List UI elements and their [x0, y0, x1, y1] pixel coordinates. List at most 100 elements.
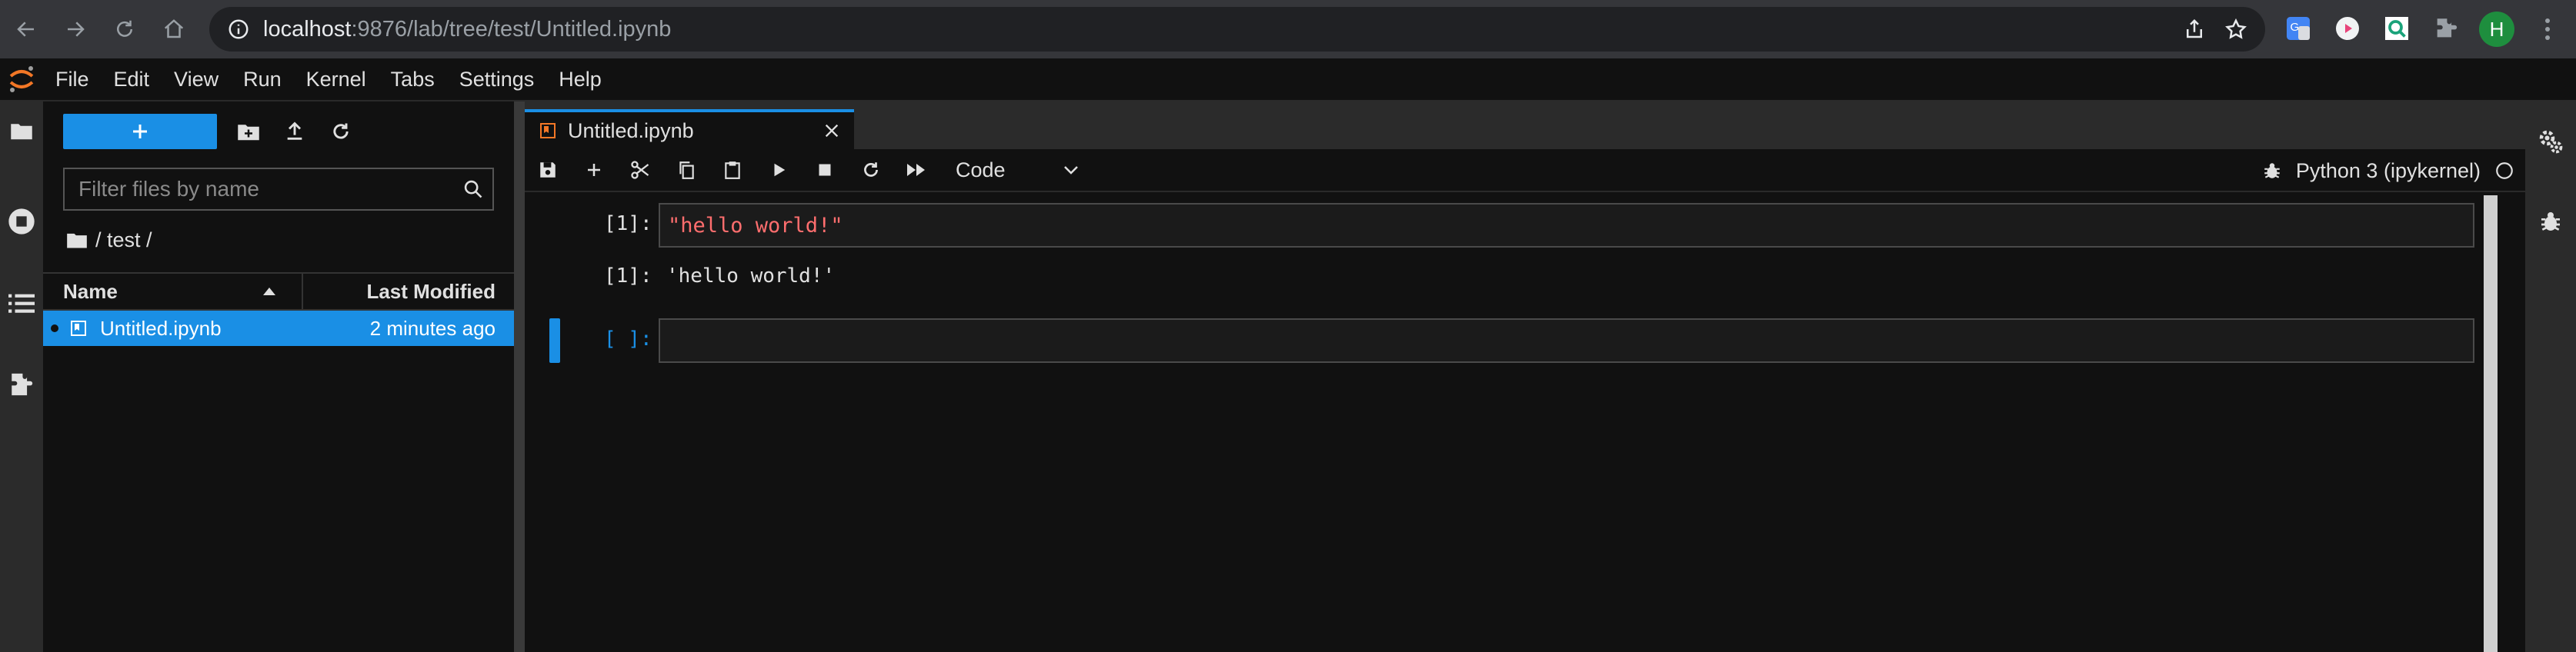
stop-icon: [819, 164, 831, 176]
screen: localhost:9876/lab/tree/test/Untitled.ip…: [0, 0, 2576, 652]
output-prompt: [1]:: [604, 264, 652, 288]
kernel-status-area: Python 3 (ipykernel): [2262, 149, 2514, 192]
sort-ascending-icon: [263, 288, 275, 295]
home-icon: [164, 19, 184, 38]
menu-help[interactable]: Help: [546, 58, 614, 101]
arrow-left-icon: [17, 22, 34, 37]
clipboard-icon: [725, 161, 740, 179]
menu-edit[interactable]: Edit: [102, 58, 162, 101]
main-area: Untitled.ipynb Code Python 3 (ipykernel)…: [525, 101, 2525, 652]
forward-button[interactable]: [52, 6, 98, 52]
reload-button[interactable]: [102, 6, 148, 52]
cell-type-select[interactable]: Code: [956, 155, 1079, 185]
menu-view[interactable]: View: [162, 58, 231, 101]
new-folder-icon: [238, 125, 259, 141]
folder-icon[interactable]: [66, 231, 88, 249]
cut-button[interactable]: [617, 148, 663, 191]
code-cell-editor[interactable]: "hello world!": [659, 203, 2474, 248]
running-tab[interactable]: [0, 197, 43, 246]
play-icon: [774, 163, 786, 177]
toc-tab[interactable]: [0, 278, 43, 328]
reload-icon: [117, 20, 132, 37]
running-indicator: [51, 324, 58, 332]
cell-output: 'hello world!': [666, 264, 836, 288]
stop-circle-icon: [8, 208, 35, 235]
notebook-scrollbar[interactable]: [2479, 192, 2502, 652]
kernel-idle-circle-icon: [2496, 162, 2513, 179]
restart-kernel-button[interactable]: [848, 148, 894, 191]
translate-extension-icon[interactable]: G: [2281, 11, 2316, 46]
notebook-icon: [537, 120, 559, 141]
menu-tabs[interactable]: Tabs: [379, 58, 447, 101]
upload-icon: [287, 121, 302, 140]
debugger-bug-icon[interactable]: [2262, 161, 2282, 181]
new-folder-button[interactable]: [231, 114, 266, 149]
insert-cell-button[interactable]: [571, 148, 617, 191]
save-button[interactable]: [525, 148, 571, 191]
new-launcher-button[interactable]: [63, 114, 217, 149]
puzzle-icon: [12, 373, 33, 396]
notebook-toolbar: Code Python 3 (ipykernel): [525, 149, 2525, 192]
file-browser-tab[interactable]: [0, 106, 43, 155]
column-name-header[interactable]: Name: [43, 274, 303, 309]
restart-run-all-button[interactable]: [894, 148, 940, 191]
home-button[interactable]: [151, 6, 197, 52]
breadcrumb-path[interactable]: / test /: [95, 228, 152, 252]
debugger-tab[interactable]: [2525, 197, 2576, 246]
code-cell-editor[interactable]: [659, 318, 2474, 363]
column-name-label: Name: [63, 279, 118, 303]
restart-icon: [864, 162, 878, 177]
plus-icon: [133, 125, 147, 138]
media-extension-icon[interactable]: [2330, 11, 2365, 46]
share-icon[interactable]: [2179, 14, 2210, 45]
extension-manager-tab[interactable]: [0, 360, 43, 409]
close-icon[interactable]: [820, 119, 843, 142]
scrollbar-thumb[interactable]: [2484, 195, 2498, 652]
list-icon: [8, 294, 35, 313]
gears-icon: [2539, 130, 2563, 154]
scissors-icon: [631, 161, 649, 179]
arrow-right-icon: [68, 22, 85, 37]
address-bar[interactable]: localhost:9876/lab/tree/test/Untitled.ip…: [209, 7, 2265, 52]
left-activity-bar: [0, 101, 43, 652]
active-cell-indicator: [549, 318, 560, 363]
file-list-header: Name Last Modified: [43, 272, 514, 311]
back-button[interactable]: [3, 6, 49, 52]
panel-splitter[interactable]: [514, 101, 525, 652]
menu-kernel[interactable]: Kernel: [294, 58, 379, 101]
kernel-name[interactable]: Python 3 (ipykernel): [2296, 159, 2481, 183]
input-prompt: [ ]:: [604, 328, 652, 351]
menu-settings[interactable]: Settings: [447, 58, 547, 101]
property-inspector-tab[interactable]: [2525, 117, 2576, 166]
folder-icon: [11, 124, 32, 140]
menu-file[interactable]: File: [43, 58, 102, 101]
filter-files-input[interactable]: [65, 169, 454, 209]
copy-button[interactable]: [663, 148, 709, 191]
tab-untitled-notebook[interactable]: Untitled.ipynb: [525, 109, 854, 149]
notebook-panel: [1]: "hello world!" [1]: 'hello world!' …: [525, 192, 2502, 652]
jupyter-menubar: File Edit View Run Kernel Tabs Settings …: [0, 58, 2576, 101]
address-bar-actions: [2179, 14, 2251, 45]
file-filter: [63, 168, 494, 211]
paste-button[interactable]: [709, 148, 756, 191]
jupyter-logo-icon: [0, 58, 43, 101]
profile-avatar[interactable]: H: [2479, 12, 2514, 47]
file-list-item[interactable]: Untitled.ipynb 2 minutes ago: [43, 311, 514, 346]
interrupt-kernel-button[interactable]: [802, 148, 848, 191]
run-cell-button[interactable]: [756, 148, 802, 191]
cell-type-value: Code: [956, 158, 1006, 181]
fast-forward-icon: [907, 164, 925, 176]
extensions-puzzle-icon[interactable]: [2428, 11, 2464, 46]
upload-button[interactable]: [277, 114, 312, 149]
column-modified-header[interactable]: Last Modified: [303, 280, 514, 304]
refresh-button[interactable]: [323, 114, 359, 149]
browser-menu-icon[interactable]: [2536, 14, 2559, 45]
bookmark-star-icon[interactable]: [2221, 14, 2251, 45]
info-icon[interactable]: [223, 14, 254, 45]
right-activity-bar: [2525, 101, 2576, 652]
menu-run[interactable]: Run: [231, 58, 294, 101]
document-tab-bar: Untitled.ipynb: [525, 101, 2525, 149]
search-extension-icon[interactable]: [2379, 11, 2414, 46]
url-text[interactable]: localhost:9876/lab/tree/test/Untitled.ip…: [263, 17, 671, 42]
file-name: Untitled.ipynb: [100, 316, 222, 340]
